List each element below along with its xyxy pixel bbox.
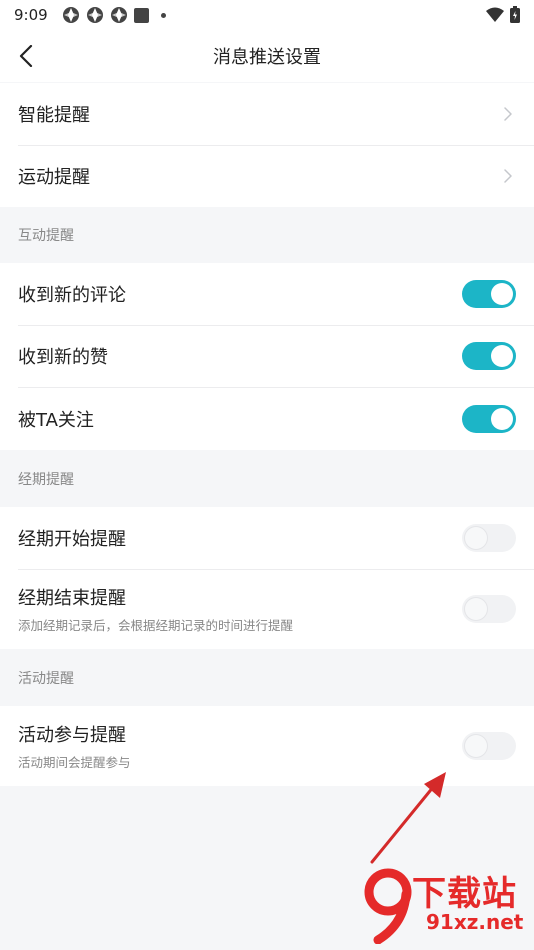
interaction-group: 收到新的评论 收到新的赞 被TA关注 xyxy=(0,263,534,450)
new-comment-row: 收到新的评论 xyxy=(0,263,534,325)
status-system-icons xyxy=(486,6,520,27)
row-label: 运动提醒 xyxy=(18,167,90,188)
row-label: 收到新的赞 xyxy=(18,347,108,368)
row-text: 活动参与提醒 活动期间会提醒参与 xyxy=(18,721,131,771)
row-label: 收到新的评论 xyxy=(18,285,126,306)
app-notification-icon xyxy=(62,6,80,24)
section-header-activity: 活动提醒 xyxy=(18,670,74,687)
period-end-row: 经期结束提醒 添加经期记录后，会根据经期记录的时间进行提醒 xyxy=(0,569,534,649)
row-label: 经期开始提醒 xyxy=(18,529,126,550)
toggle-knob xyxy=(465,598,487,620)
section-header-period: 经期提醒 xyxy=(18,471,74,488)
row-label: 被TA关注 xyxy=(18,409,94,431)
app-notification-icon xyxy=(110,6,128,24)
row-label: 经期结束提醒 xyxy=(18,588,126,609)
more-notifications-dot xyxy=(160,12,166,18)
toggle-knob xyxy=(465,735,487,757)
app-notification-icon xyxy=(86,6,104,24)
row-label: 智能提醒 xyxy=(18,105,90,126)
new-follower-toggle[interactable] xyxy=(462,404,516,433)
back-button[interactable] xyxy=(10,40,42,72)
smart-reminder-row[interactable]: 智能提醒 xyxy=(0,83,534,145)
new-follower-row: 被TA关注 xyxy=(0,387,534,450)
app-header: 消息推送设置 xyxy=(0,30,534,82)
row-description: 添加经期记录后，会根据经期记录的时间进行提醒 xyxy=(18,618,294,633)
battery-icon xyxy=(510,6,520,27)
status-time: 9:09 xyxy=(14,6,48,24)
watermark-url: 91xz.net xyxy=(426,910,524,934)
activity-join-toggle[interactable] xyxy=(462,732,516,760)
row-label: 活动参与提醒 xyxy=(18,725,126,746)
section-header-interaction: 互动提醒 xyxy=(18,228,74,244)
toggle-knob xyxy=(491,283,513,305)
period-group: 经期开始提醒 经期结束提醒 添加经期记录后，会根据经期记录的时间进行提醒 xyxy=(0,507,534,649)
new-like-toggle[interactable] xyxy=(462,342,516,370)
toggle-knob xyxy=(465,527,487,549)
activity-group: 活动参与提醒 活动期间会提醒参与 xyxy=(0,706,534,786)
reminder-nav-group: 智能提醒 运动提醒 xyxy=(0,83,534,207)
period-start-toggle[interactable] xyxy=(462,524,516,552)
chevron-right-icon xyxy=(504,169,512,183)
chevron-right-icon xyxy=(504,107,512,121)
back-arrow-icon xyxy=(19,45,33,67)
status-bar: 9:09 xyxy=(0,0,534,30)
app-notification-icon xyxy=(133,7,149,23)
site-watermark: 下载站 91xz.net xyxy=(364,860,534,950)
wifi-icon xyxy=(486,7,504,27)
period-start-row: 经期开始提醒 xyxy=(0,507,534,569)
period-end-toggle[interactable] xyxy=(462,595,516,623)
toggle-knob xyxy=(491,345,513,367)
row-description: 活动期间会提醒参与 xyxy=(18,755,131,770)
row-text: 经期结束提醒 添加经期记录后，会根据经期记录的时间进行提醒 xyxy=(18,584,293,634)
page-title: 消息推送设置 xyxy=(213,47,321,68)
annotation-arrow-icon xyxy=(370,772,446,864)
sport-reminder-row[interactable]: 运动提醒 xyxy=(0,145,534,207)
activity-join-row: 活动参与提醒 活动期间会提醒参与 xyxy=(0,706,534,786)
watermark-logo-icon xyxy=(364,868,412,944)
toggle-knob xyxy=(491,407,513,430)
watermark-text: 下载站 xyxy=(412,874,517,914)
new-comment-toggle[interactable] xyxy=(462,280,516,308)
status-notification-icons xyxy=(62,6,166,24)
new-like-row: 收到新的赞 xyxy=(0,325,534,387)
